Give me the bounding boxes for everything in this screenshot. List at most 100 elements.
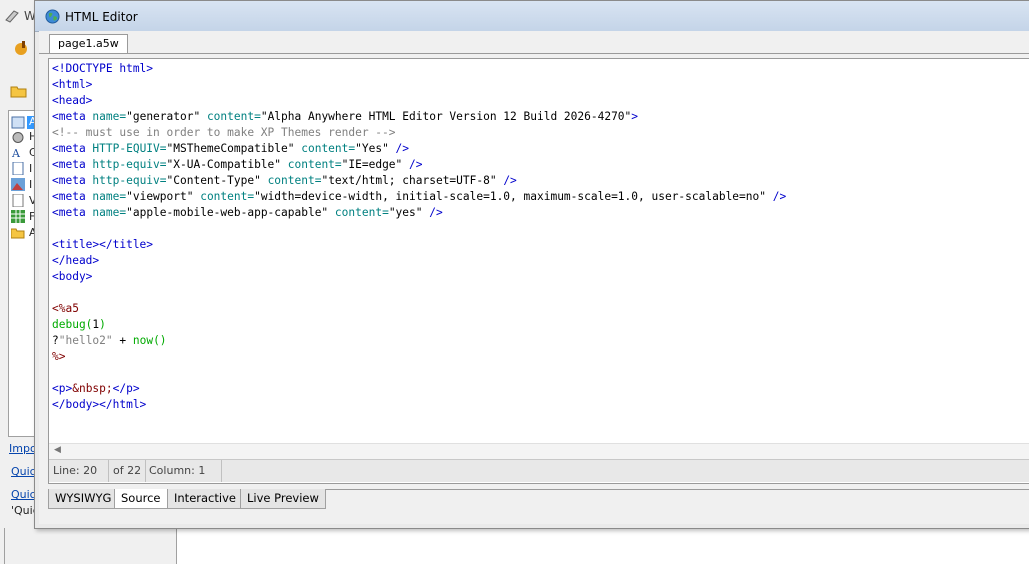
code-line[interactable]: <%a5 bbox=[52, 301, 786, 317]
text-icon[interactable]: A bbox=[11, 146, 25, 159]
grid-icon[interactable] bbox=[11, 210, 25, 223]
code-token: <body> bbox=[52, 270, 93, 283]
code-line[interactable]: <html> bbox=[52, 77, 786, 93]
code-token: <head> bbox=[52, 94, 93, 107]
image-icon[interactable] bbox=[11, 178, 25, 191]
code-line[interactable]: <meta http-equiv="Content-Type" content=… bbox=[52, 173, 786, 189]
code-token: http-equiv= bbox=[92, 158, 167, 171]
document-icon[interactable] bbox=[11, 194, 25, 207]
code-token: "hello2" bbox=[58, 334, 120, 347]
code-token: "width=device-width, initial-scale=1.0, … bbox=[254, 190, 773, 203]
code-token: /> bbox=[503, 174, 517, 187]
code-token: content= bbox=[287, 158, 342, 171]
code-token: "MSThemeCompatible" bbox=[166, 142, 302, 155]
code-token: <meta bbox=[52, 190, 93, 203]
code-token: ) bbox=[99, 318, 106, 331]
code-token: /> bbox=[395, 142, 410, 155]
code-token: </body></html> bbox=[52, 398, 147, 411]
code-line[interactable]: ?"hello2" + now() bbox=[52, 333, 786, 349]
tab-live-preview[interactable]: Live Preview bbox=[240, 489, 326, 509]
code-token: http-equiv= bbox=[92, 174, 167, 187]
code-line[interactable]: <body> bbox=[52, 269, 786, 285]
tree-label[interactable]: I bbox=[29, 178, 32, 191]
code-token: <meta bbox=[52, 110, 93, 123]
scroll-left-icon[interactable]: ◀ bbox=[54, 445, 61, 455]
document-tab[interactable]: page1.a5w bbox=[49, 34, 128, 53]
code-token: "generator" bbox=[126, 110, 207, 123]
code-token: ? bbox=[52, 334, 59, 347]
code-line[interactable]: <head> bbox=[52, 93, 786, 109]
code-line[interactable]: ​ bbox=[52, 365, 786, 381]
code-token: "Yes" bbox=[355, 142, 396, 155]
code-token: HTTP-EQUIV= bbox=[92, 142, 167, 155]
code-token: "apple-mobile-web-app-capable" bbox=[126, 206, 335, 219]
gear-icon[interactable] bbox=[11, 131, 25, 144]
app-icon bbox=[5, 10, 19, 23]
view-tabs: WYSIWYG Source Interactive Live Preview bbox=[48, 489, 1029, 512]
tab-source[interactable]: Source bbox=[114, 489, 168, 509]
code-token: <p> bbox=[52, 382, 73, 395]
code-token: &nbsp; bbox=[72, 382, 113, 395]
code-token: content= bbox=[334, 206, 389, 219]
code-line[interactable]: <title></title> bbox=[52, 237, 786, 253]
globe-icon bbox=[45, 9, 60, 24]
code-token: </head> bbox=[52, 254, 100, 267]
folder-icon[interactable] bbox=[10, 83, 28, 99]
code-line[interactable]: ​ bbox=[52, 285, 786, 301]
code-line[interactable]: %> bbox=[52, 349, 786, 365]
code-line[interactable]: debug(1) bbox=[52, 317, 786, 333]
code-token: content= bbox=[301, 142, 356, 155]
code-line[interactable]: <meta http-equiv="X-UA-Compatible" conte… bbox=[52, 157, 786, 173]
code-token: name= bbox=[92, 190, 127, 203]
code-token: content= bbox=[206, 110, 261, 123]
tab-wysiwyg[interactable]: WYSIWYG bbox=[48, 489, 119, 509]
code-line[interactable]: </head> bbox=[52, 253, 786, 269]
background-bottom-pane bbox=[176, 528, 1029, 564]
code-token: now() bbox=[132, 334, 167, 347]
editor-title: HTML Editor bbox=[65, 10, 138, 24]
code-token: name= bbox=[92, 110, 127, 123]
code-line[interactable]: <meta name="apple-mobile-web-app-capable… bbox=[52, 205, 786, 221]
code-line[interactable]: <!-- must use in order to make XP Themes… bbox=[52, 125, 786, 141]
tab-bar-divider bbox=[39, 53, 1029, 54]
code-editor-frame: <!DOCTYPE html> <html> <head> <meta name="g… bbox=[48, 58, 1029, 484]
code-token: <meta bbox=[52, 174, 93, 187]
code-token: <html> bbox=[52, 78, 93, 91]
code-token: "X-UA-Compatible" bbox=[166, 158, 288, 171]
html-editor-window: HTML Editor page1.a5w <!DOCTYPE html> <ht… bbox=[34, 0, 1029, 529]
code-editor[interactable]: <!DOCTYPE html> <html> <head> <meta name="g… bbox=[49, 59, 1029, 443]
code-line[interactable]: <p>&nbsp;</p> bbox=[52, 381, 786, 397]
code-line[interactable]: ​ bbox=[52, 221, 786, 237]
code-line[interactable]: <meta name="viewport" content="width=dev… bbox=[52, 189, 786, 205]
code-token: /> bbox=[429, 206, 443, 219]
editor-titlebar[interactable]: HTML Editor bbox=[35, 1, 1029, 32]
code-token: %> bbox=[52, 350, 66, 363]
status-bar: Line: 20 of 22 Column: 1 bbox=[49, 459, 1029, 482]
folder-icon[interactable] bbox=[11, 226, 25, 239]
code-token: content= bbox=[200, 190, 255, 203]
code-token: + bbox=[119, 334, 133, 347]
form-icon[interactable] bbox=[11, 116, 25, 129]
code-token: content= bbox=[267, 174, 322, 187]
editor-body: page1.a5w <!DOCTYPE html> <html> <head> <me… bbox=[39, 31, 1029, 524]
background-bottom-left bbox=[4, 528, 177, 564]
code-token: "Alpha Anywhere HTML Editor Version 12 B… bbox=[260, 110, 632, 123]
code-line[interactable]: </body></html> bbox=[52, 397, 786, 413]
code-line[interactable]: <meta name="generator" content="Alpha An… bbox=[52, 109, 786, 125]
page-icon[interactable] bbox=[11, 162, 25, 175]
code-line[interactable]: <!DOCTYPE html> bbox=[52, 61, 786, 77]
code-line[interactable]: <meta HTTP-EQUIV="MSThemeCompatible" con… bbox=[52, 141, 786, 157]
tree-label[interactable]: I bbox=[29, 162, 32, 175]
status-line: Line: 20 bbox=[49, 460, 109, 482]
code-token: > bbox=[631, 110, 639, 123]
tab-interactive[interactable]: Interactive bbox=[167, 489, 243, 509]
code-token: "Content-Type" bbox=[166, 174, 268, 187]
code-token: <meta bbox=[52, 158, 93, 171]
status-line-count: of 22 bbox=[109, 460, 146, 482]
code-token: "viewport" bbox=[126, 190, 201, 203]
code-token: debug( bbox=[52, 318, 93, 331]
paint-icon[interactable] bbox=[12, 40, 30, 56]
code-token: <meta bbox=[52, 206, 93, 219]
code-lines[interactable]: <!DOCTYPE html> <html> <head> <meta name="g… bbox=[52, 61, 786, 413]
horizontal-scrollbar[interactable]: ◀ bbox=[49, 443, 1029, 459]
